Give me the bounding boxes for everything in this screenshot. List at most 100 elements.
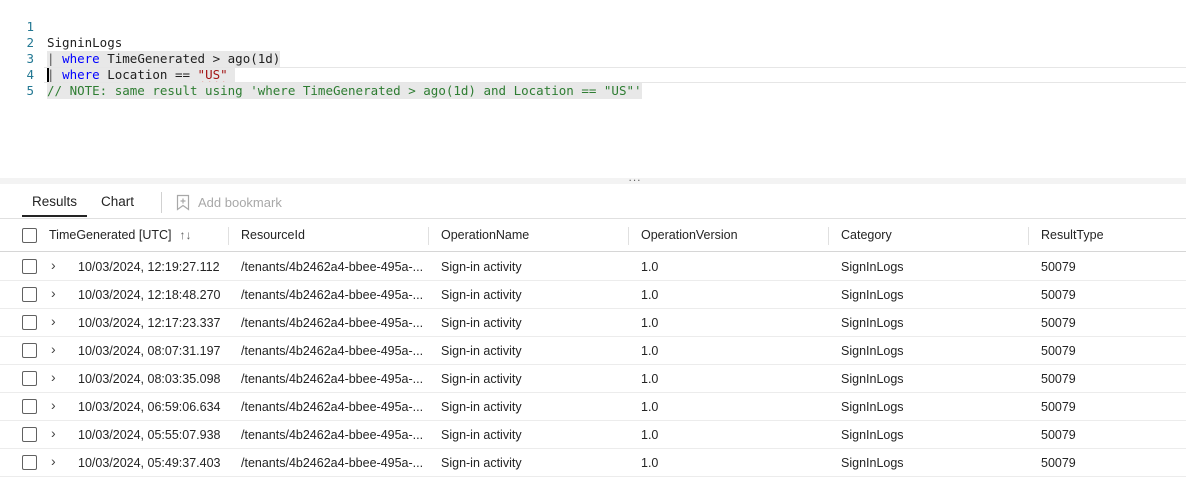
cell-category: SignInLogs <box>841 428 904 442</box>
column-header-resourceid[interactable]: ResourceId <box>241 228 305 242</box>
cell-category: SignInLogs <box>841 400 904 414</box>
expand-row-chevron-icon[interactable]: › <box>51 453 63 469</box>
cell-operation-version: 1.0 <box>641 428 659 442</box>
cell-operation-version: 1.0 <box>641 456 659 470</box>
cell-result-type: 50079 <box>1041 344 1076 358</box>
cell-operation-name: Sign-in activity <box>441 344 522 358</box>
cell-operation-version: 1.0 <box>641 260 659 274</box>
column-header-operationname[interactable]: OperationName <box>441 228 529 242</box>
code-line-5[interactable]: 5 <box>0 67 1186 98</box>
cell-operation-name: Sign-in activity <box>441 260 522 274</box>
add-bookmark-label: Add bookmark <box>198 195 282 210</box>
toolbar-divider <box>161 192 162 213</box>
code-line-4[interactable]: 4 // NOTE: same result using 'where Time… <box>0 51 1186 99</box>
cell-time-generated: 10/03/2024, 06:59:06.634 <box>78 400 221 414</box>
cell-resource-id: /tenants/4b2462a4-bbee-495a-... <box>241 456 424 470</box>
column-resize-handle[interactable] <box>1028 227 1029 245</box>
expand-row-chevron-icon[interactable]: › <box>51 425 63 441</box>
cell-operation-name: Sign-in activity <box>441 428 522 442</box>
active-tab-indicator <box>22 215 88 217</box>
expand-row-chevron-icon[interactable]: › <box>51 257 63 273</box>
cell-resource-id: /tenants/4b2462a4-bbee-495a-... <box>241 316 424 330</box>
tab-chart-label: Chart <box>101 194 135 209</box>
cell-operation-name: Sign-in activity <box>441 372 522 386</box>
table-row[interactable]: › 10/03/2024, 12:19:27.112/tenants/4b2462… <box>0 253 1186 281</box>
row-checkbox[interactable] <box>22 455 37 470</box>
query-editor[interactable]: 1 SigninLogs 2 | where TimeGenerated > a… <box>0 0 1186 178</box>
column-header-resulttype[interactable]: ResultType <box>1041 228 1104 242</box>
column-resize-handle[interactable] <box>228 227 229 245</box>
splitter-handle-icon[interactable]: ... <box>624 170 646 184</box>
column-header-operationversion[interactable]: OperationVersion <box>641 228 738 242</box>
table-row[interactable]: › 10/03/2024, 12:18:48.270/tenants/4b2462… <box>0 281 1186 309</box>
expand-row-chevron-icon[interactable]: › <box>51 397 63 413</box>
expand-row-chevron-icon[interactable]: › <box>51 369 63 385</box>
cell-category: SignInLogs <box>841 260 904 274</box>
tab-chart[interactable]: Chart <box>101 194 134 209</box>
row-checkbox[interactable] <box>22 371 37 386</box>
cell-operation-name: Sign-in activity <box>441 316 522 330</box>
column-header-label: TimeGenerated [UTC] <box>49 228 172 242</box>
code-comment: // NOTE: same result using 'where TimeGe… <box>47 83 642 99</box>
cell-resource-id: /tenants/4b2462a4-bbee-495a-... <box>241 372 424 386</box>
column-resize-handle[interactable] <box>828 227 829 245</box>
cell-result-type: 50079 <box>1041 400 1076 414</box>
add-bookmark-button[interactable]: Add bookmark <box>176 194 282 211</box>
select-all-checkbox[interactable] <box>22 228 37 243</box>
cell-resource-id: /tenants/4b2462a4-bbee-495a-... <box>241 428 424 442</box>
row-checkbox[interactable] <box>22 399 37 414</box>
table-row[interactable]: › 10/03/2024, 08:07:31.197/tenants/4b2462… <box>0 337 1186 365</box>
cell-resource-id: /tenants/4b2462a4-bbee-495a-... <box>241 344 424 358</box>
row-checkbox[interactable] <box>22 427 37 442</box>
cell-operation-name: Sign-in activity <box>441 456 522 470</box>
bookmark-icon <box>176 194 190 211</box>
cell-resource-id: /tenants/4b2462a4-bbee-495a-... <box>241 400 424 414</box>
cell-time-generated: 10/03/2024, 12:19:27.112 <box>78 260 220 274</box>
code-line-1[interactable]: 1 SigninLogs <box>0 3 1186 50</box>
cell-operation-name: Sign-in activity <box>441 400 522 414</box>
tab-results[interactable]: Results <box>22 194 88 217</box>
cell-result-type: 50079 <box>1041 316 1076 330</box>
table-row[interactable]: › 10/03/2024, 08:03:35.098/tenants/4b2462… <box>0 365 1186 393</box>
cell-result-type: 50079 <box>1041 456 1076 470</box>
line-number: 5 <box>26 83 34 98</box>
row-checkbox[interactable] <box>22 343 37 358</box>
cell-operation-version: 1.0 <box>641 288 659 302</box>
expand-row-chevron-icon[interactable]: › <box>51 313 63 329</box>
expand-row-chevron-icon[interactable]: › <box>51 341 63 357</box>
cell-category: SignInLogs <box>841 456 904 470</box>
code-line-2[interactable]: 2 | where TimeGenerated > ago(1d) <box>0 19 1186 67</box>
cell-result-type: 50079 <box>1041 372 1076 386</box>
text-caret <box>47 68 49 82</box>
code-line-3[interactable]: 3 | where Location == "US" <box>0 35 1186 83</box>
column-header-category[interactable]: Category <box>841 228 892 242</box>
cell-time-generated: 10/03/2024, 12:18:48.270 <box>78 288 221 302</box>
expand-row-chevron-icon[interactable]: › <box>51 285 63 301</box>
column-header-time[interactable]: TimeGenerated [UTC] ↑↓ <box>49 228 192 242</box>
cell-result-type: 50079 <box>1041 428 1076 442</box>
cell-operation-version: 1.0 <box>641 344 659 358</box>
cell-time-generated: 10/03/2024, 12:17:23.337 <box>78 316 221 330</box>
row-checkbox[interactable] <box>22 315 37 330</box>
column-resize-handle[interactable] <box>628 227 629 245</box>
cell-time-generated: 10/03/2024, 08:07:31.197 <box>78 344 221 358</box>
cell-time-generated: 10/03/2024, 05:49:37.403 <box>78 456 221 470</box>
row-checkbox[interactable] <box>22 259 37 274</box>
cell-category: SignInLogs <box>841 344 904 358</box>
sort-icon[interactable]: ↑↓ <box>180 228 192 242</box>
cell-operation-version: 1.0 <box>641 400 659 414</box>
cell-result-type: 50079 <box>1041 260 1076 274</box>
table-row[interactable]: › 10/03/2024, 12:17:23.337/tenants/4b2462… <box>0 309 1186 337</box>
cell-time-generated: 10/03/2024, 05:55:07.938 <box>78 428 221 442</box>
row-checkbox[interactable] <box>22 287 37 302</box>
table-row[interactable]: › 10/03/2024, 05:55:07.938/tenants/4b2462… <box>0 421 1186 449</box>
cell-operation-version: 1.0 <box>641 316 659 330</box>
column-resize-handle[interactable] <box>428 227 429 245</box>
table-row[interactable]: › 10/03/2024, 06:59:06.634/tenants/4b2462… <box>0 393 1186 421</box>
cell-result-type: 50079 <box>1041 288 1076 302</box>
cell-category: SignInLogs <box>841 372 904 386</box>
cell-operation-version: 1.0 <box>641 372 659 386</box>
table-row[interactable]: › 10/03/2024, 05:49:37.403/tenants/4b2462… <box>0 449 1186 477</box>
tab-results-label: Results <box>32 194 78 209</box>
results-tab-bar: Results Chart Add bookmark <box>0 184 1186 219</box>
